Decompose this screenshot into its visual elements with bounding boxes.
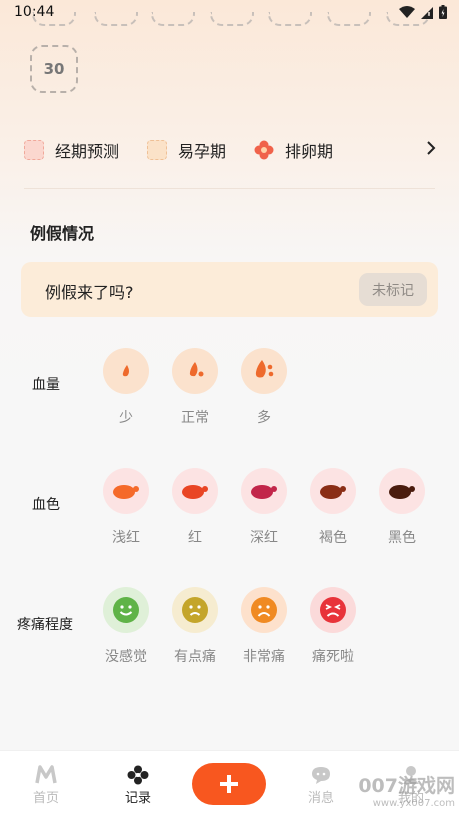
option-label: 红 — [188, 530, 202, 546]
option-label: 痛死啦 — [312, 649, 354, 665]
home-icon — [35, 765, 57, 784]
flow-light-icon — [103, 348, 149, 394]
flower-icon — [254, 140, 274, 160]
option-label: 有点痛 — [174, 649, 216, 665]
neutral-face-icon — [172, 587, 218, 633]
option-label: 非常痛 — [243, 649, 285, 665]
angry-face-icon — [310, 587, 356, 633]
color-option-black[interactable]: 黑色 — [372, 468, 432, 547]
smile-face-icon — [103, 587, 149, 633]
calendar-day-30[interactable]: 30 — [30, 45, 78, 93]
option-label: 多 — [257, 410, 271, 426]
calendar-day-cell[interactable] — [32, 12, 76, 26]
nav-label: 首页 — [32, 791, 59, 806]
red-drop-icon — [172, 468, 218, 514]
fertile-swatch — [147, 140, 168, 160]
pain-option-very[interactable]: 非常痛 — [234, 587, 294, 666]
mark-period-button[interactable]: 未标记 — [359, 273, 427, 306]
cycle-legend: 经期预测 易孕期 排卵期 — [24, 136, 443, 164]
calendar-day-cell[interactable] — [327, 12, 371, 26]
add-button[interactable] — [192, 763, 266, 805]
period-question: 例假来了吗? — [45, 283, 134, 302]
message-icon — [312, 767, 330, 784]
nav-label: 记录 — [124, 791, 151, 806]
option-label: 浅红 — [112, 530, 140, 546]
option-label: 黑色 — [388, 530, 416, 546]
pain-option-extreme[interactable]: 痛死啦 — [303, 587, 363, 666]
chevron-right-icon[interactable] — [425, 138, 437, 158]
color-option-light-red[interactable]: 浅红 — [96, 468, 156, 547]
black-drop-icon — [379, 468, 425, 514]
bottom-nav: 首页 记录 消息 我的 007游戏网 www.yx007.com — [0, 750, 459, 816]
pain-option-none[interactable]: 没感觉 — [96, 587, 156, 666]
calendar-day-cell[interactable] — [151, 12, 195, 26]
record-icon — [127, 765, 149, 785]
pain-label: 疼痛程度 — [17, 617, 73, 633]
flow-normal-icon — [172, 348, 218, 394]
color-option-brown[interactable]: 褐色 — [303, 468, 363, 547]
divider — [24, 188, 435, 189]
light-red-drop-icon — [103, 468, 149, 514]
sad-face-icon — [241, 587, 287, 633]
legend-label: 易孕期 — [178, 142, 227, 161]
calendar-day-cell[interactable] — [268, 12, 312, 26]
option-label: 没感觉 — [105, 649, 147, 665]
flow-option-normal[interactable]: 正常 — [165, 348, 225, 427]
plus-icon — [220, 775, 238, 793]
watermark-brand: 007游戏网 — [358, 775, 455, 797]
legend-label: 排卵期 — [285, 142, 334, 161]
flow-option-heavy[interactable]: 多 — [234, 348, 294, 427]
legend-ovulation: 排卵期 — [254, 138, 333, 162]
watermark-url: www.yx007.com — [372, 798, 455, 809]
flow-option-light[interactable]: 少 — [96, 348, 156, 427]
calendar-day-cell[interactable] — [386, 12, 430, 26]
legend-period: 经期预测 — [24, 138, 119, 162]
section-title: 例假情况 — [30, 224, 95, 243]
nav-label: 消息 — [307, 791, 334, 806]
option-label: 少 — [119, 410, 133, 426]
nav-home[interactable]: 首页 — [16, 765, 76, 806]
nav-record[interactable]: 记录 — [108, 765, 168, 806]
brown-drop-icon — [310, 468, 356, 514]
nav-messages[interactable]: 消息 — [291, 765, 351, 806]
calendar-week-row — [0, 12, 459, 32]
option-label: 正常 — [181, 410, 209, 426]
period-status-card: 例假来了吗? 未标记 — [21, 262, 438, 317]
watermark: 007游戏网 www.yx007.com — [358, 771, 455, 809]
option-label: 褐色 — [319, 530, 347, 546]
flow-heavy-icon — [241, 348, 287, 394]
period-swatch — [24, 140, 44, 160]
calendar-day-cell[interactable] — [94, 12, 138, 26]
legend-label: 经期预测 — [55, 142, 120, 161]
legend-fertile: 易孕期 — [147, 138, 226, 162]
color-option-dark-red[interactable]: 深红 — [234, 468, 294, 547]
option-label: 深红 — [250, 530, 278, 546]
color-label: 血色 — [32, 497, 60, 513]
dark-red-drop-icon — [241, 468, 287, 514]
color-option-red[interactable]: 红 — [165, 468, 225, 547]
flow-label: 血量 — [32, 377, 60, 393]
pain-option-slight[interactable]: 有点痛 — [165, 587, 225, 666]
calendar-day-cell[interactable] — [210, 12, 254, 26]
